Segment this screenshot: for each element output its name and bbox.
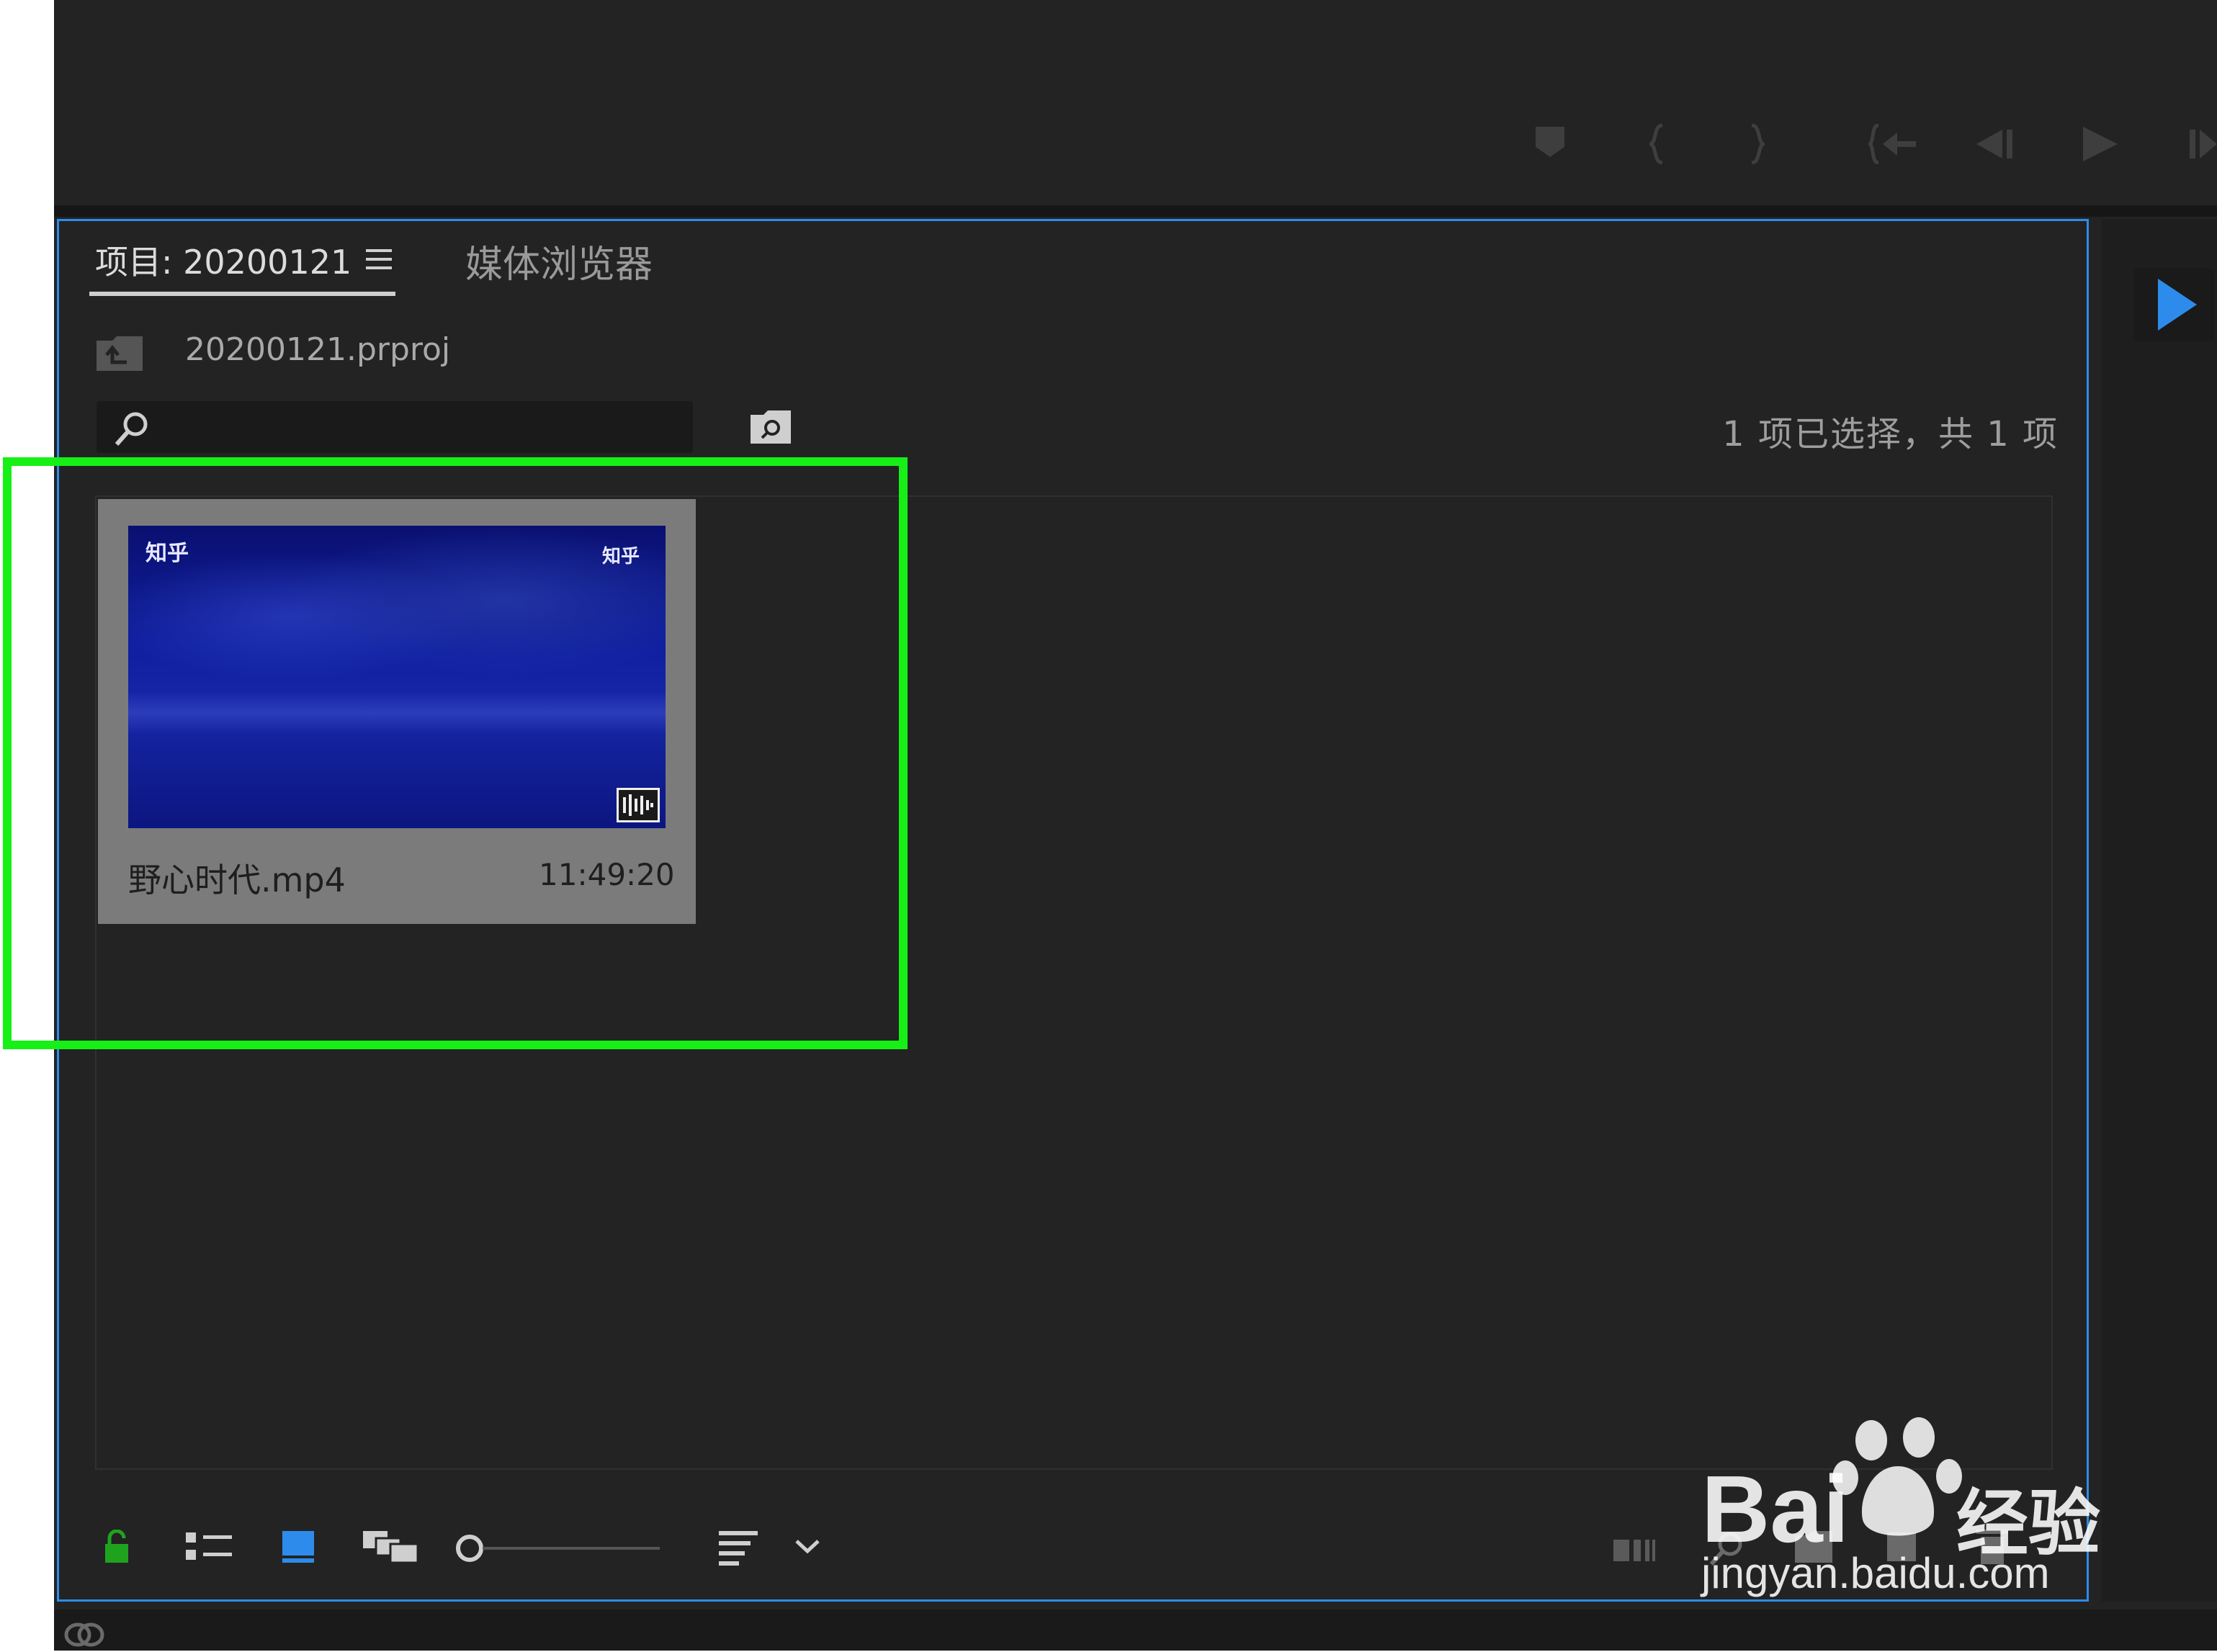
freeform-view-icon[interactable] [362,1530,419,1567]
add-marker-icon[interactable] [1534,124,1566,158]
zoom-slider[interactable] [454,1532,663,1567]
active-tab-indicator [89,292,395,296]
baidu-paw-logo [1829,1411,1966,1551]
go-to-in-icon[interactable] [1868,124,1916,164]
search-icon [112,410,153,450]
selection-status: 1 项已选择，共 1 项 [1722,414,2059,454]
folder-up-icon[interactable] [95,335,144,375]
mark-out-icon[interactable] [1747,124,1765,164]
creative-cloud-icon[interactable] [62,1617,107,1652]
play-icon[interactable] [2080,124,2120,164]
icon-view-icon[interactable] [281,1530,315,1567]
search-input[interactable] [97,401,693,453]
tab-project[interactable]: 项目: 20200121 [95,236,351,284]
lock-icon[interactable] [102,1529,131,1567]
status-bar [54,1610,2217,1651]
step-forward-icon[interactable] [2187,124,2217,164]
sort-icon[interactable] [717,1530,761,1570]
program-monitor [54,0,2217,205]
highlight-box [3,457,908,1049]
automate-to-sequence-icon[interactable] [1612,1537,1658,1566]
mark-in-icon[interactable] [1649,124,1667,164]
watermark-url: jingyan.baidu.com [1701,1549,2050,1597]
panel-menu-icon[interactable] [366,249,392,271]
list-view-icon[interactable] [184,1531,235,1566]
chevron-down-icon[interactable] [794,1537,821,1558]
project-file-name: 20200121.prproj [185,331,451,368]
tab-media-browser[interactable]: 媒体浏览器 [465,234,653,288]
selection-tool-button[interactable] [2133,269,2214,341]
watermark-brand: Bai [1701,1456,1850,1562]
tools-panel [2102,219,2217,1602]
panel-divider [54,205,2217,217]
step-back-icon[interactable] [1975,124,2015,164]
find-in-bin-icon[interactable] [749,410,792,448]
